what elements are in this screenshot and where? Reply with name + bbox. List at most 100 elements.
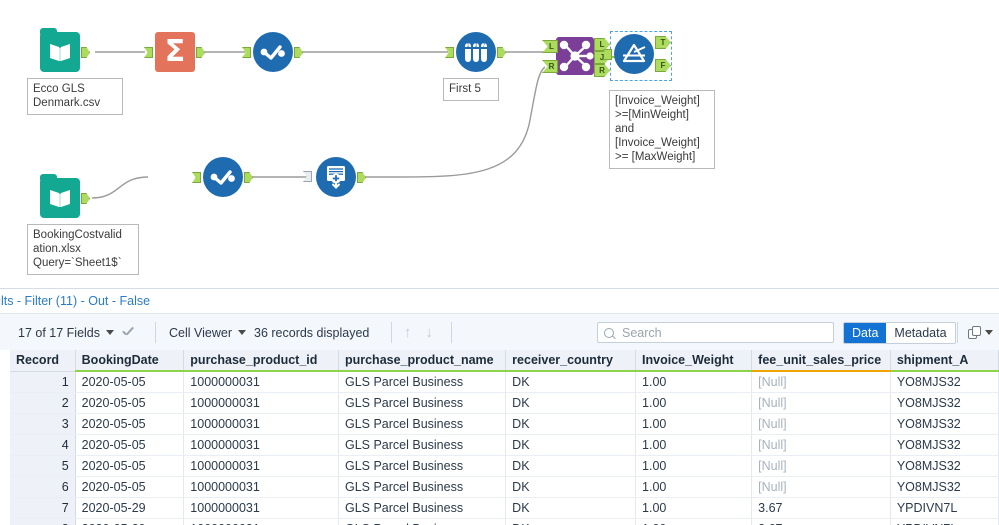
cell-shipment_a[interactable]: YO8MJS32 bbox=[890, 434, 999, 456]
tool-filter[interactable]: T F bbox=[603, 34, 671, 74]
results-grid-container[interactable]: Record BookingDate purchase_product_id purc… bbox=[0, 350, 999, 525]
cell-fee_unit_sales_price[interactable]: [Null] bbox=[751, 476, 891, 498]
cell-record[interactable]: 1 bbox=[10, 371, 76, 393]
tool-formula-top[interactable] bbox=[242, 32, 303, 72]
cell-record[interactable]: 4 bbox=[10, 434, 76, 456]
table-row[interactable]: 6 2020-05-05 1000000031 GLS Parcel Business… bbox=[10, 476, 999, 498]
cell-receiver_country[interactable]: DK bbox=[505, 518, 637, 525]
column-header-bookingdate[interactable]: BookingDate bbox=[75, 350, 185, 372]
checkmark-icon[interactable] bbox=[120, 325, 135, 340]
cell-shipment_a[interactable]: YO8MJS32 bbox=[890, 476, 999, 498]
cell-purchase_product_id[interactable]: 1000000031 bbox=[183, 455, 339, 477]
cell-fee_unit_sales_price[interactable]: [Null] bbox=[751, 392, 891, 414]
table-row[interactable]: 3 2020-05-05 1000000031 GLS Parcel Business… bbox=[10, 413, 999, 435]
cell-purchase_product_name[interactable]: GLS Parcel Business bbox=[338, 518, 507, 525]
cell-invoice_weight[interactable]: 1.00 bbox=[635, 413, 753, 435]
cell-record[interactable]: 5 bbox=[10, 455, 76, 477]
column-header-purchase_product_name[interactable]: purchase_product_name bbox=[338, 350, 507, 372]
column-header-shipment_a[interactable]: shipment_A bbox=[890, 350, 999, 372]
column-header-record[interactable]: Record bbox=[10, 350, 76, 372]
cell-bookingdate[interactable]: 2020-05-05 bbox=[75, 455, 185, 477]
cell-purchase_product_id[interactable]: 1000000031 bbox=[183, 476, 339, 498]
cell-viewer-selector[interactable]: Cell Viewer bbox=[169, 314, 246, 351]
record-nav[interactable]: ↑ ↓ bbox=[404, 314, 433, 351]
column-header-fee_unit_sales_price[interactable]: fee_unit_sales_price bbox=[751, 350, 891, 372]
cell-purchase_product_name[interactable]: GLS Parcel Business bbox=[338, 392, 507, 414]
cell-receiver_country[interactable]: DK bbox=[505, 497, 637, 519]
tab-data[interactable]: Data bbox=[844, 323, 887, 343]
cell-shipment_a[interactable]: YPDIVN7L bbox=[890, 497, 999, 519]
cell-record[interactable]: 8 bbox=[10, 518, 76, 525]
results-tab-bar[interactable]: ults - Filter (11) - Out - False bbox=[0, 288, 999, 314]
tool-union[interactable] bbox=[303, 157, 366, 197]
table-row[interactable]: 2 2020-05-05 1000000031 GLS Parcel Business… bbox=[10, 392, 999, 414]
copy-icon[interactable] bbox=[968, 326, 982, 339]
cell-fee_unit_sales_price[interactable]: [Null] bbox=[751, 434, 891, 456]
cell-purchase_product_id[interactable]: 1000000031 bbox=[183, 518, 339, 525]
cell-purchase_product_name[interactable]: GLS Parcel Business bbox=[338, 497, 507, 519]
workflow-canvas[interactable]: Ecco GLS Denmark.csv Σ 1 3 7 First 5 L R… bbox=[0, 0, 999, 288]
search-box[interactable] bbox=[597, 322, 834, 343]
tool-formula-bottom[interactable] bbox=[192, 157, 253, 197]
cell-fee_unit_sales_price[interactable]: 3.67 bbox=[751, 518, 891, 525]
cell-purchase_product_name[interactable]: GLS Parcel Business bbox=[338, 413, 507, 435]
cell-invoice_weight[interactable]: 1.00 bbox=[635, 371, 753, 393]
results-tab-title[interactable]: ults - Filter (11) - Out - False bbox=[0, 294, 150, 308]
fields-selector[interactable]: 17 of 17 Fields bbox=[18, 314, 135, 351]
cell-bookingdate[interactable]: 2020-05-05 bbox=[75, 434, 185, 456]
cell-receiver_country[interactable]: DK bbox=[505, 455, 637, 477]
cell-purchase_product_id[interactable]: 1000000031 bbox=[183, 371, 339, 393]
cell-purchase_product_id[interactable]: 1000000031 bbox=[183, 497, 339, 519]
chevron-down-icon[interactable] bbox=[238, 330, 246, 335]
column-header-purchase_product_id[interactable]: purchase_product_id bbox=[183, 350, 339, 372]
cell-invoice_weight[interactable]: 1.00 bbox=[635, 497, 753, 519]
cell-receiver_country[interactable]: DK bbox=[505, 392, 637, 414]
tool-join[interactable]: L R L J R bbox=[542, 37, 610, 77]
table-row[interactable]: 5 2020-05-05 1000000031 GLS Parcel Business… bbox=[10, 455, 999, 477]
cell-shipment_a[interactable]: YO8MJS32 bbox=[890, 371, 999, 393]
cell-purchase_product_name[interactable]: GLS Parcel Business bbox=[338, 371, 507, 393]
cell-receiver_country[interactable]: DK bbox=[505, 476, 637, 498]
table-row[interactable]: 7 2020-05-29 1000000031 GLS Parcel Business… bbox=[10, 497, 999, 519]
cell-fee_unit_sales_price[interactable]: [Null] bbox=[751, 371, 891, 393]
cell-shipment_a[interactable]: YO8MJS32 bbox=[890, 413, 999, 435]
chevron-down-icon[interactable] bbox=[985, 330, 993, 335]
cell-invoice_weight[interactable]: 1.00 bbox=[635, 518, 753, 525]
column-header-invoice_weight[interactable]: Invoice_Weight bbox=[635, 350, 753, 372]
tool-input-data-booking[interactable] bbox=[40, 178, 90, 218]
cell-purchase_product_id[interactable]: 1000000031 bbox=[183, 413, 339, 435]
tool-sample[interactable]: 1 3 7 bbox=[445, 32, 506, 72]
cell-purchase_product_name[interactable]: GLS Parcel Business bbox=[338, 455, 507, 477]
cell-receiver_country[interactable]: DK bbox=[505, 371, 637, 393]
cell-bookingdate[interactable]: 2020-05-29 bbox=[75, 497, 185, 519]
tool-summarize[interactable]: Σ bbox=[144, 32, 205, 72]
cell-bookingdate[interactable]: 2020-05-05 bbox=[75, 476, 185, 498]
cell-bookingdate[interactable]: 2020-05-05 bbox=[75, 392, 185, 414]
cell-invoice_weight[interactable]: 1.00 bbox=[635, 476, 753, 498]
cell-shipment_a[interactable]: YPDIVN7L bbox=[890, 518, 999, 525]
data-metadata-toggle[interactable]: Data Metadata bbox=[843, 322, 956, 344]
cell-purchase_product_id[interactable]: 1000000031 bbox=[183, 392, 339, 414]
table-row[interactable]: 82020-05-291000000031GLS Parcel Business… bbox=[10, 518, 999, 525]
cell-bookingdate[interactable]: 2020-05-05 bbox=[75, 371, 185, 393]
cell-purchase_product_name[interactable]: GLS Parcel Business bbox=[338, 434, 507, 456]
search-input[interactable] bbox=[620, 324, 827, 341]
cell-invoice_weight[interactable]: 1.00 bbox=[635, 455, 753, 477]
cell-record[interactable]: 7 bbox=[10, 497, 76, 519]
cell-purchase_product_name[interactable]: GLS Parcel Business bbox=[338, 476, 507, 498]
cell-bookingdate[interactable]: 2020-05-29 bbox=[75, 518, 185, 525]
cell-shipment_a[interactable]: YO8MJS32 bbox=[890, 455, 999, 477]
tool-input-data-ecco[interactable] bbox=[40, 32, 90, 72]
cell-fee_unit_sales_price[interactable]: [Null] bbox=[751, 455, 891, 477]
table-row[interactable]: 4 2020-05-05 1000000031 GLS Parcel Business… bbox=[10, 434, 999, 456]
chevron-down-icon[interactable] bbox=[106, 330, 114, 335]
cell-receiver_country[interactable]: DK bbox=[505, 413, 637, 435]
arrow-up-icon[interactable]: ↑ bbox=[404, 325, 412, 340]
arrow-down-icon[interactable]: ↓ bbox=[426, 325, 434, 340]
cell-fee_unit_sales_price[interactable]: [Null] bbox=[751, 413, 891, 435]
cell-purchase_product_id[interactable]: 1000000031 bbox=[183, 434, 339, 456]
cell-invoice_weight[interactable]: 1.00 bbox=[635, 434, 753, 456]
column-header-receiver_country[interactable]: receiver_country bbox=[505, 350, 637, 372]
cell-fee_unit_sales_price[interactable]: 3.67 bbox=[751, 497, 891, 519]
cell-bookingdate[interactable]: 2020-05-05 bbox=[75, 413, 185, 435]
